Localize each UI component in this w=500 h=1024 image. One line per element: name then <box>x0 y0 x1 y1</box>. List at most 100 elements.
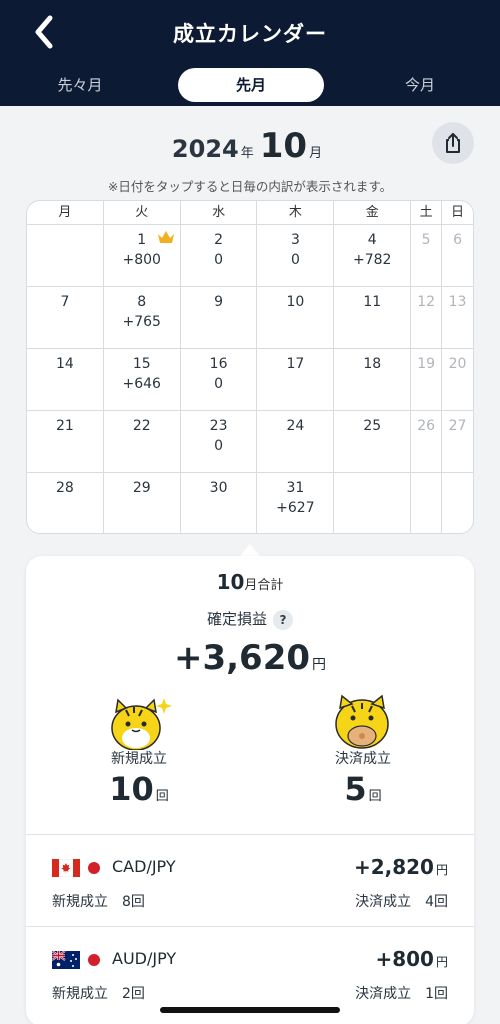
calendar-day-cell[interactable]: 30 <box>181 473 258 533</box>
share-button[interactable] <box>432 122 474 164</box>
calendar-day-cell[interactable]: 15 +646 <box>104 349 181 410</box>
calendar-body: 1 +800 2 0 3 0 4 +782 5 6 7 8 +765 9 10 11 12 13 14 15 +646 1… <box>27 225 473 533</box>
calendar-day-cell[interactable]: 26 <box>411 411 443 472</box>
calendar-week-row: 28 29 30 31 +627 <box>27 473 473 533</box>
calendar-day-cell[interactable]: 22 <box>104 411 181 472</box>
day-profit: +800 <box>122 252 161 268</box>
day-number: 10 <box>286 294 305 310</box>
day-number: 31 <box>286 480 305 496</box>
calendar-grid: 月 火 水 木 金 土 日 1 +800 2 0 3 0 4 +782 5 6 7 8 +765 9 10 1… <box>26 200 474 534</box>
weekday-header: 月 火 水 木 金 土 日 <box>27 201 473 225</box>
calendar-day-cell[interactable]: 12 <box>411 287 443 348</box>
weekday-label: 木 <box>257 201 335 224</box>
calendar-day-cell[interactable]: 24 <box>257 411 335 472</box>
day-number: 23 <box>209 418 228 434</box>
calendar-day-cell[interactable]: 17 <box>257 349 335 410</box>
pair-closed-trades: 決済成立 4回 <box>355 891 448 911</box>
calendar-day-cell[interactable]: 20 <box>442 349 473 410</box>
count-unit: 回 <box>368 789 382 804</box>
closed-trades-count: 5回 <box>303 770 423 808</box>
day-number: 6 <box>453 232 462 248</box>
pair-new-label: 新規成立 <box>52 986 108 1002</box>
day-profit: 0 <box>214 376 224 392</box>
day-number: 25 <box>363 418 382 434</box>
calendar-day-cell[interactable]: 11 <box>334 287 412 348</box>
calendar-week-row: 21 22 23 0 24 25 26 27 <box>27 411 473 473</box>
calendar-day-cell[interactable]: 31 +627 <box>257 473 335 533</box>
day-number: 12 <box>417 294 436 310</box>
total-profit-unit: 円 <box>312 657 327 673</box>
currency-pair-row[interactable]: CAD/JPY +2,820 円 新規成立 8回 決済成立 4回 <box>26 834 474 926</box>
day-number: 28 <box>56 480 74 496</box>
calendar-day-cell[interactable]: 16 0 <box>181 349 258 410</box>
day-number: 21 <box>56 418 74 434</box>
day-profit: +782 <box>353 252 392 268</box>
pair-profit-unit: 円 <box>435 955 448 969</box>
tiger-mascot-icon <box>328 694 398 750</box>
calendar-day-cell[interactable]: 25 <box>334 411 412 472</box>
pair-profit-value: +800 <box>375 947 434 971</box>
day-number: 13 <box>448 294 467 310</box>
help-icon[interactable]: ? <box>273 610 293 630</box>
tab-last-month[interactable]: 先月 <box>178 68 324 102</box>
calendar-day-cell[interactable]: 4 +782 <box>334 225 412 286</box>
day-profit: 0 <box>214 252 224 268</box>
day-number: 8 <box>137 294 147 310</box>
total-profit: +3,620 円 <box>26 638 474 678</box>
calendar-day-cell[interactable]: 30 <box>257 225 335 286</box>
weekday-label: 土 <box>411 201 443 224</box>
day-number: 11 <box>363 294 382 310</box>
pair-close-label: 決済成立 <box>355 986 412 1002</box>
calendar-day-cell[interactable]: 21 <box>27 411 104 472</box>
new-trades-count-value: 10 <box>109 770 154 808</box>
calendar-day-cell[interactable]: 5 <box>411 225 443 286</box>
calendar-day-cell[interactable]: 29 <box>104 473 181 533</box>
calendar-day-cell[interactable]: 14 <box>27 349 104 410</box>
calendar-day-cell[interactable]: 28 <box>27 473 104 533</box>
pair-profit-unit: 円 <box>435 863 448 877</box>
weekday-label: 水 <box>181 201 258 224</box>
pair-new-count: 8回 <box>122 894 145 910</box>
calendar-day-cell[interactable]: 10 <box>257 287 335 348</box>
day-number: 3 <box>290 232 300 248</box>
summary-month: 10 <box>216 570 245 594</box>
currency-pair-row[interactable]: AUD/JPY +800 円 新規成立 2回 決済成立 1回 <box>26 926 474 1018</box>
calendar-day-cell[interactable]: 20 <box>181 225 258 286</box>
day-number: 30 <box>209 480 228 496</box>
year-value: 2024 <box>171 135 239 163</box>
day-number: 22 <box>132 418 151 434</box>
day-number: 27 <box>448 418 467 434</box>
pair-profit: +2,820 円 <box>354 855 448 879</box>
profit-label: 確定損益 <box>206 610 267 628</box>
summary-pointer <box>240 544 260 556</box>
pair-new-label: 新規成立 <box>52 894 108 910</box>
month-header: 2024 年 10 月 <box>0 122 500 170</box>
calendar-day-cell[interactable]: 19 <box>411 349 443 410</box>
calendar-day-cell[interactable]: 23 0 <box>181 411 258 472</box>
calendar-week-row: 1 +800 2 0 3 0 4 +782 5 6 <box>27 225 473 287</box>
calendar-day-cell[interactable]: 9 <box>181 287 258 348</box>
total-profit-value: +3,620 <box>173 638 311 678</box>
day-number: 26 <box>417 418 436 434</box>
day-number: 18 <box>363 356 382 372</box>
day-number: 2 <box>214 232 224 248</box>
calendar-day-cell[interactable]: 8 +765 <box>104 287 181 348</box>
calendar-day-cell[interactable]: 13 <box>442 287 473 348</box>
calendar-day-cell[interactable]: 18 <box>334 349 412 410</box>
day-number: 7 <box>60 294 70 310</box>
pair-close-label: 決済成立 <box>355 894 412 910</box>
calendar-day-cell <box>334 473 412 533</box>
calendar-day-cell[interactable]: 6 <box>442 225 473 286</box>
calendar-day-cell[interactable]: 1 +800 <box>104 225 181 286</box>
tab-this-month[interactable]: 今月 <box>360 68 480 102</box>
monthly-summary-card: 10月合計 確定損益? +3,620 円 新規成立 10 回 決済成立 5 回 … <box>26 556 474 1024</box>
calendar-day-cell[interactable]: 27 <box>442 411 473 472</box>
day-number: 9 <box>214 294 224 310</box>
month-value: 10 <box>259 126 308 166</box>
home-indicator <box>160 1007 340 1013</box>
tab-two-months-ago[interactable]: 先々月 <box>20 68 140 102</box>
calendar-day-cell[interactable]: 7 <box>27 287 104 348</box>
day-number: 24 <box>286 418 305 434</box>
day-number: 4 <box>367 232 377 248</box>
pair-closed-trades: 決済成立 1回 <box>355 983 448 1003</box>
